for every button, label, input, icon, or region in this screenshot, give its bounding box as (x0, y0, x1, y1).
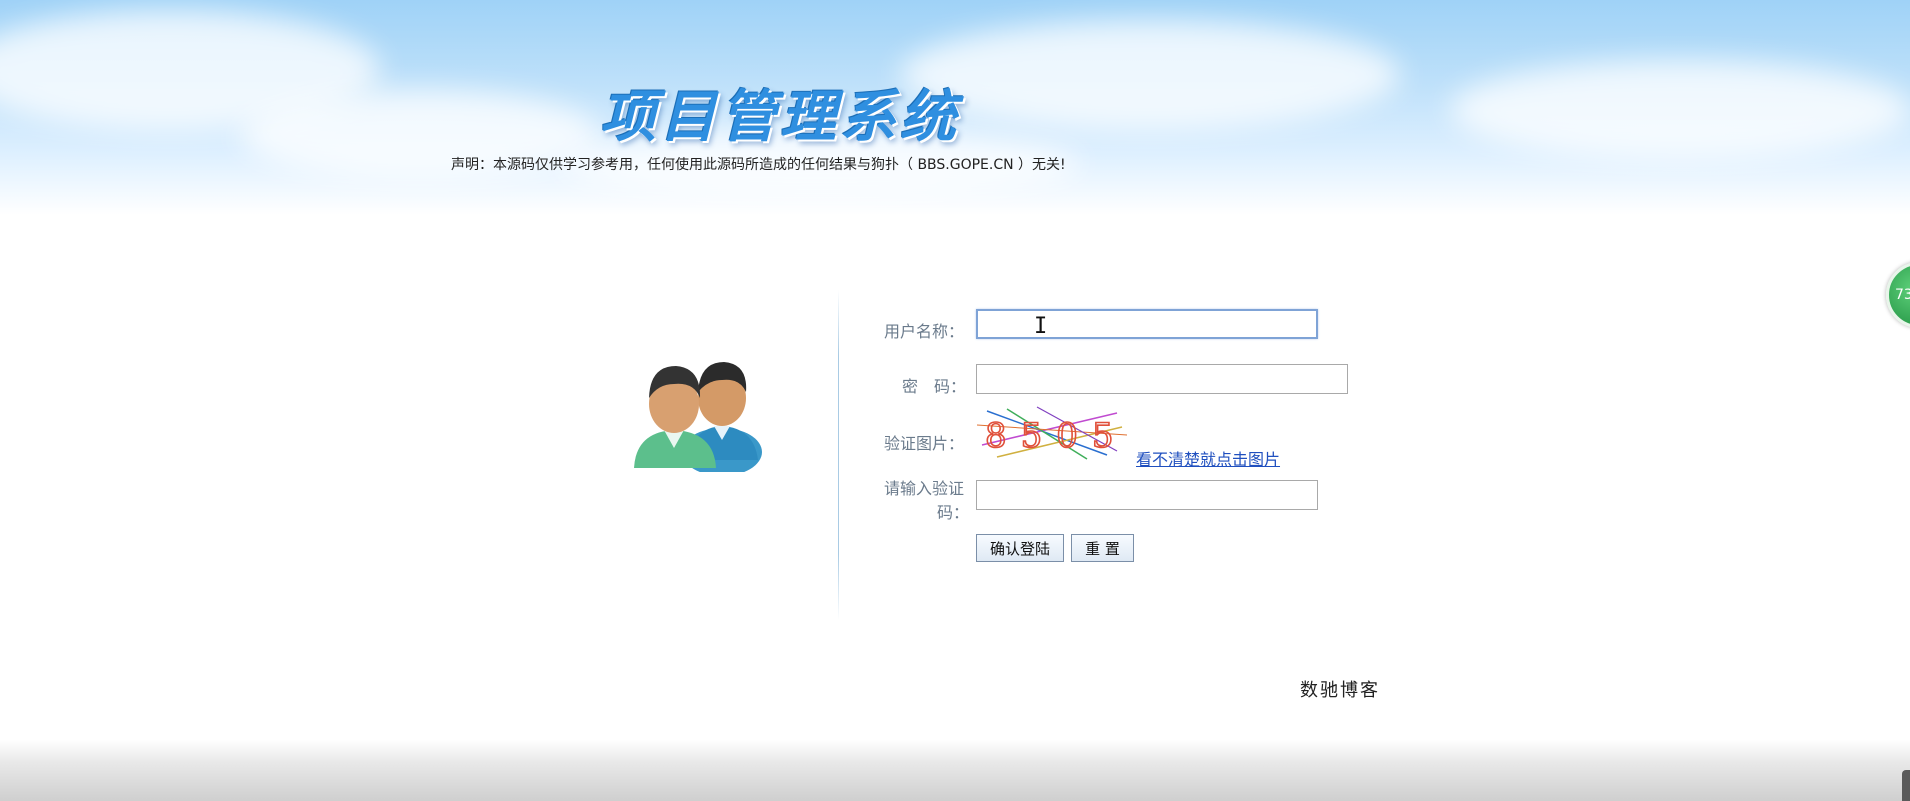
captcha-input-label-line1: 请输入验证 (884, 479, 965, 498)
bottom-bar (0, 740, 1910, 801)
username-label: 用户名称： (884, 322, 965, 341)
captcha-label: 验证图片： (884, 434, 965, 453)
captcha-image[interactable]: 8505 (977, 405, 1127, 461)
floating-badge[interactable]: 73 (1886, 262, 1910, 328)
text-cursor-icon: I (1034, 314, 1048, 339)
login-page: 项目管理系统 声明：本源码仅供学习参考用，任何使用此源码所造成的任何结果与狗扑（… (0, 0, 1910, 801)
username-input[interactable] (976, 309, 1318, 339)
captcha-input[interactable] (976, 480, 1318, 510)
password-label: 密 码： (902, 377, 967, 396)
vertical-divider (838, 290, 839, 620)
captcha-input-label-line2: 码： (937, 503, 970, 522)
disclaimer-notice: 声明：本源码仅供学习参考用，任何使用此源码所造成的任何结果与狗扑（ BBS.GO… (451, 157, 1066, 173)
reset-button[interactable]: 重 置 (1071, 534, 1134, 562)
system-title-logo: 项目管理系统 (600, 84, 960, 150)
password-input[interactable] (976, 364, 1348, 394)
scrollbar-handle[interactable] (1902, 770, 1910, 801)
login-button[interactable]: 确认登陆 (976, 534, 1064, 562)
captcha-refresh-link[interactable]: 看不清楚就点击图片 (1136, 446, 1280, 470)
footer-blog-name: 数驰博客 (1300, 680, 1380, 701)
captcha-text: 8505 (985, 416, 1127, 456)
users-icon (634, 362, 762, 472)
